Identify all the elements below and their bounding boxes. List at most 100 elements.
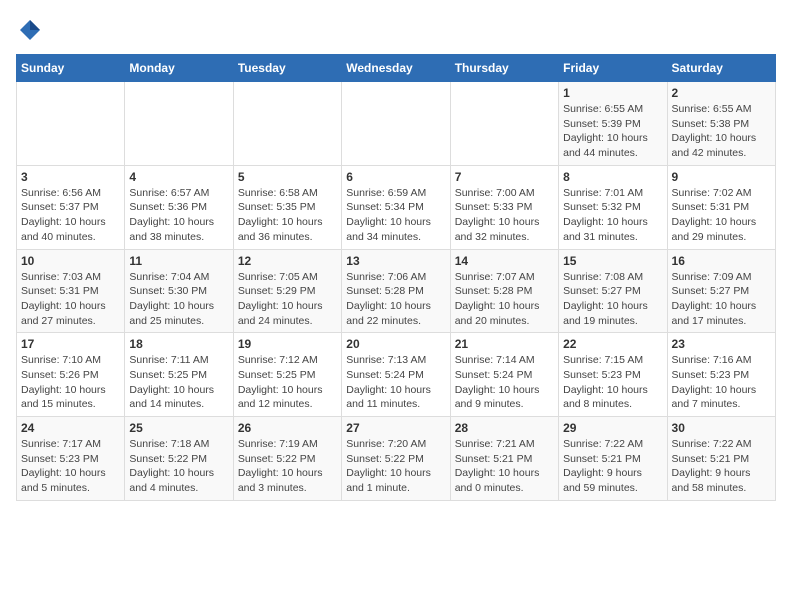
calendar-cell <box>125 82 233 166</box>
day-info: Sunrise: 6:58 AM Sunset: 5:35 PM Dayligh… <box>238 186 337 245</box>
calendar-cell: 28 Sunrise: 7:21 AM Sunset: 5:21 PM Dayli… <box>450 417 558 501</box>
weekday-header: Saturday <box>667 55 775 82</box>
calendar-cell: 30 Sunrise: 7:22 AM Sunset: 5:21 PM Dayli… <box>667 417 775 501</box>
calendar-cell: 15 Sunrise: 7:08 AM Sunset: 5:27 PM Dayli… <box>559 249 667 333</box>
day-number: 30 <box>672 421 771 435</box>
day-info: Sunrise: 7:06 AM Sunset: 5:28 PM Dayligh… <box>346 270 445 329</box>
calendar-cell: 21 Sunrise: 7:14 AM Sunset: 5:24 PM Dayli… <box>450 333 558 417</box>
weekday-header: Sunday <box>17 55 125 82</box>
calendar-cell <box>342 82 450 166</box>
day-info: Sunrise: 6:57 AM Sunset: 5:36 PM Dayligh… <box>129 186 228 245</box>
calendar-cell: 25Sunrise: 7:18 AM Sunset: 5:22 PM Dayli… <box>125 417 233 501</box>
day-number: 20 <box>346 337 445 351</box>
day-info: Sunrise: 7:16 AM Sunset: 5:23 PM Dayligh… <box>672 353 771 412</box>
calendar-week-row: 3 Sunrise: 6:56 AM Sunset: 5:37 PM Daylig… <box>17 165 776 249</box>
day-info: Sunrise: 7:15 AM Sunset: 5:23 PM Dayligh… <box>563 353 662 412</box>
calendar-cell <box>233 82 341 166</box>
calendar-cell: 9 Sunrise: 7:02 AM Sunset: 5:31 PM Daylig… <box>667 165 775 249</box>
day-info: Sunrise: 7:05 AM Sunset: 5:29 PM Dayligh… <box>238 270 337 329</box>
day-number: 27 <box>346 421 445 435</box>
day-info: Sunrise: 7:12 AM Sunset: 5:25 PM Dayligh… <box>238 353 337 412</box>
day-number: 2 <box>672 86 771 100</box>
calendar-cell: 1 Sunrise: 6:55 AM Sunset: 5:39 PM Daylig… <box>559 82 667 166</box>
calendar-cell: 8 Sunrise: 7:01 AM Sunset: 5:32 PM Daylig… <box>559 165 667 249</box>
day-info: Sunrise: 6:59 AM Sunset: 5:34 PM Dayligh… <box>346 186 445 245</box>
day-info: Sunrise: 7:20 AM Sunset: 5:22 PM Dayligh… <box>346 437 445 496</box>
calendar-cell: 19 Sunrise: 7:12 AM Sunset: 5:25 PM Dayli… <box>233 333 341 417</box>
day-info: Sunrise: 7:17 AM Sunset: 5:23 PM Dayligh… <box>21 437 120 496</box>
weekday-header: Monday <box>125 55 233 82</box>
day-number: 6 <box>346 170 445 184</box>
calendar-cell: 7Sunrise: 7:00 AM Sunset: 5:33 PM Daylig… <box>450 165 558 249</box>
calendar-table: SundayMondayTuesdayWednesdayThursdayFrid… <box>16 54 776 501</box>
day-info: Sunrise: 7:07 AM Sunset: 5:28 PM Dayligh… <box>455 270 554 329</box>
day-info: Sunrise: 7:21 AM Sunset: 5:21 PM Dayligh… <box>455 437 554 496</box>
day-info: Sunrise: 7:11 AM Sunset: 5:25 PM Dayligh… <box>129 353 228 412</box>
day-number: 19 <box>238 337 337 351</box>
calendar-cell: 10Sunrise: 7:03 AM Sunset: 5:31 PM Dayli… <box>17 249 125 333</box>
calendar-week-row: 17 Sunrise: 7:10 AM Sunset: 5:26 PM Dayli… <box>17 333 776 417</box>
calendar-header-row: SundayMondayTuesdayWednesdayThursdayFrid… <box>17 55 776 82</box>
calendar-cell: 11 Sunrise: 7:04 AM Sunset: 5:30 PM Dayli… <box>125 249 233 333</box>
calendar-cell <box>450 82 558 166</box>
day-number: 12 <box>238 254 337 268</box>
day-number: 3 <box>21 170 120 184</box>
page-header <box>16 16 776 44</box>
calendar-cell: 12 Sunrise: 7:05 AM Sunset: 5:29 PM Dayli… <box>233 249 341 333</box>
calendar-week-row: 10Sunrise: 7:03 AM Sunset: 5:31 PM Dayli… <box>17 249 776 333</box>
day-info: Sunrise: 7:18 AM Sunset: 5:22 PM Dayligh… <box>129 437 228 496</box>
calendar-cell: 6 Sunrise: 6:59 AM Sunset: 5:34 PM Daylig… <box>342 165 450 249</box>
calendar-week-row: 24 Sunrise: 7:17 AM Sunset: 5:23 PM Dayli… <box>17 417 776 501</box>
calendar-cell: 23 Sunrise: 7:16 AM Sunset: 5:23 PM Dayli… <box>667 333 775 417</box>
calendar-cell: 20 Sunrise: 7:13 AM Sunset: 5:24 PM Dayli… <box>342 333 450 417</box>
calendar-cell: 22Sunrise: 7:15 AM Sunset: 5:23 PM Dayli… <box>559 333 667 417</box>
day-info: Sunrise: 7:09 AM Sunset: 5:27 PM Dayligh… <box>672 270 771 329</box>
weekday-header: Friday <box>559 55 667 82</box>
day-number: 23 <box>672 337 771 351</box>
day-info: Sunrise: 7:14 AM Sunset: 5:24 PM Dayligh… <box>455 353 554 412</box>
logo <box>16 16 48 44</box>
weekday-header: Tuesday <box>233 55 341 82</box>
calendar-cell <box>17 82 125 166</box>
day-info: Sunrise: 7:02 AM Sunset: 5:31 PM Dayligh… <box>672 186 771 245</box>
day-number: 15 <box>563 254 662 268</box>
calendar-cell: 27 Sunrise: 7:20 AM Sunset: 5:22 PM Dayli… <box>342 417 450 501</box>
day-number: 24 <box>21 421 120 435</box>
day-number: 28 <box>455 421 554 435</box>
calendar-cell: 26 Sunrise: 7:19 AM Sunset: 5:22 PM Dayli… <box>233 417 341 501</box>
day-info: Sunrise: 6:56 AM Sunset: 5:37 PM Dayligh… <box>21 186 120 245</box>
calendar-cell: 16 Sunrise: 7:09 AM Sunset: 5:27 PM Dayli… <box>667 249 775 333</box>
day-info: Sunrise: 7:00 AM Sunset: 5:33 PM Dayligh… <box>455 186 554 245</box>
day-number: 9 <box>672 170 771 184</box>
weekday-header: Thursday <box>450 55 558 82</box>
day-number: 29 <box>563 421 662 435</box>
day-info: Sunrise: 7:03 AM Sunset: 5:31 PM Dayligh… <box>21 270 120 329</box>
day-number: 1 <box>563 86 662 100</box>
day-number: 13 <box>346 254 445 268</box>
day-info: Sunrise: 7:10 AM Sunset: 5:26 PM Dayligh… <box>21 353 120 412</box>
day-info: Sunrise: 6:55 AM Sunset: 5:39 PM Dayligh… <box>563 102 662 161</box>
day-number: 14 <box>455 254 554 268</box>
weekday-header: Wednesday <box>342 55 450 82</box>
day-number: 17 <box>21 337 120 351</box>
day-info: Sunrise: 7:04 AM Sunset: 5:30 PM Dayligh… <box>129 270 228 329</box>
calendar-cell: 13 Sunrise: 7:06 AM Sunset: 5:28 PM Dayli… <box>342 249 450 333</box>
day-info: Sunrise: 7:22 AM Sunset: 5:21 PM Dayligh… <box>563 437 662 496</box>
calendar-cell: 14 Sunrise: 7:07 AM Sunset: 5:28 PM Dayli… <box>450 249 558 333</box>
calendar-cell: 3 Sunrise: 6:56 AM Sunset: 5:37 PM Daylig… <box>17 165 125 249</box>
day-info: Sunrise: 7:08 AM Sunset: 5:27 PM Dayligh… <box>563 270 662 329</box>
calendar-cell: 29 Sunrise: 7:22 AM Sunset: 5:21 PM Dayli… <box>559 417 667 501</box>
day-info: Sunrise: 7:22 AM Sunset: 5:21 PM Dayligh… <box>672 437 771 496</box>
day-number: 18 <box>129 337 228 351</box>
day-info: Sunrise: 7:19 AM Sunset: 5:22 PM Dayligh… <box>238 437 337 496</box>
day-number: 21 <box>455 337 554 351</box>
calendar-cell: 2Sunrise: 6:55 AM Sunset: 5:38 PM Daylig… <box>667 82 775 166</box>
day-number: 26 <box>238 421 337 435</box>
day-number: 11 <box>129 254 228 268</box>
calendar-cell: 17 Sunrise: 7:10 AM Sunset: 5:26 PM Dayli… <box>17 333 125 417</box>
day-info: Sunrise: 7:01 AM Sunset: 5:32 PM Dayligh… <box>563 186 662 245</box>
day-number: 8 <box>563 170 662 184</box>
day-info: Sunrise: 7:13 AM Sunset: 5:24 PM Dayligh… <box>346 353 445 412</box>
day-number: 16 <box>672 254 771 268</box>
calendar-cell: 5Sunrise: 6:58 AM Sunset: 5:35 PM Daylig… <box>233 165 341 249</box>
